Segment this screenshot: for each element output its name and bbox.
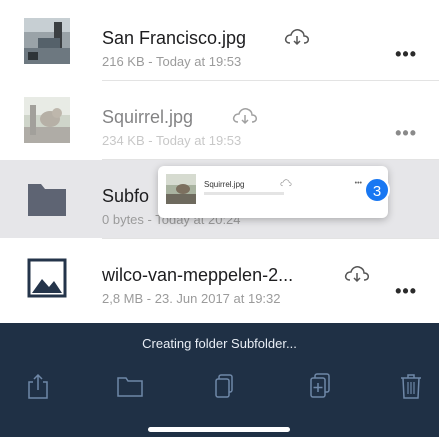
add-file-icon[interactable] [306, 372, 334, 400]
file-name: Squirrel.jpg [102, 107, 194, 127]
photo-thumbnail [166, 174, 196, 204]
file-meta: 216 KB - Today at 19:53 [102, 54, 242, 69]
share-icon[interactable] [24, 372, 52, 400]
photo-thumbnail [24, 97, 70, 143]
status-message: Creating folder Subfolder... [142, 336, 297, 351]
new-folder-icon[interactable] [116, 372, 144, 400]
drag-preview-meta [204, 192, 284, 195]
file-name: San Francisco.jpg [102, 28, 247, 48]
cloud-download-icon[interactable] [232, 107, 258, 125]
folder-icon [24, 176, 70, 222]
file-name: wilco-van-meppelen-2... [102, 265, 294, 285]
trash-icon[interactable] [397, 372, 425, 400]
photo-thumbnail [24, 18, 70, 64]
file-row-squirrel[interactable]: Squirrel.jpg 234 KB - Today at 19:53 ••• [0, 81, 439, 159]
home-indicator[interactable] [148, 427, 290, 432]
more-options-button[interactable]: ••• [395, 123, 417, 144]
file-meta: 234 KB - Today at 19:53 [102, 133, 242, 148]
drag-preview[interactable]: Squirrel.jpg ••• [158, 166, 388, 218]
folder-name: Subfo [102, 186, 150, 206]
file-meta: 2,8 MB - 23. Jun 2017 at 19:32 [102, 291, 281, 306]
more-options-button[interactable]: ••• [395, 281, 417, 302]
image-placeholder-icon [24, 255, 70, 301]
copy-icon[interactable] [211, 372, 239, 400]
file-row-san-francisco[interactable]: San Francisco.jpg 216 KB - Today at 19:5… [0, 2, 439, 80]
cloud-download-icon[interactable] [284, 28, 310, 46]
cloud-download-icon[interactable] [344, 265, 370, 283]
drag-count-badge: 3 [364, 177, 390, 203]
more-icon: ••• [354, 180, 362, 187]
drag-preview-name: Squirrel.jpg [204, 180, 245, 189]
cloud-download-icon [280, 179, 292, 187]
file-row-wilco[interactable]: wilco-van-meppelen-2... 2,8 MB - 23. Jun… [0, 239, 439, 317]
more-options-button[interactable]: ••• [395, 44, 417, 65]
